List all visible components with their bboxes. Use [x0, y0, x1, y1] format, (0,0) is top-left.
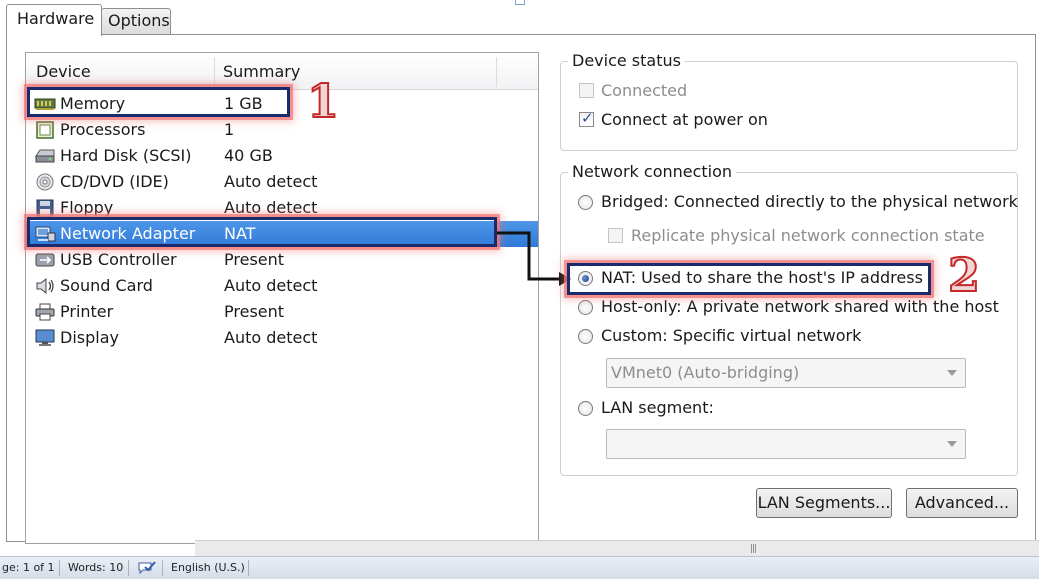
device-row-hard-disk[interactable]: Hard Disk (SCSI) 40 GB: [26, 143, 538, 169]
bridged-label: Bridged: Connected directly to the physi…: [601, 192, 1018, 211]
tab-options[interactable]: Options: [101, 8, 171, 34]
device-row-processors[interactable]: Processors 1: [26, 117, 538, 143]
advanced-button[interactable]: Advanced...: [906, 488, 1018, 518]
lan-segment-label: LAN segment:: [601, 398, 714, 417]
annotation-arrow: [497, 231, 571, 286]
lan-segment-select[interactable]: [606, 429, 966, 459]
device-summary: Auto detect: [224, 328, 318, 347]
host-only-label: Host-only: A private network shared with…: [601, 297, 999, 316]
connect-at-power-on-checkbox[interactable]: ✓: [579, 109, 594, 127]
device-status-group: [560, 61, 1018, 151]
column-header-device[interactable]: Device: [36, 53, 91, 89]
device-row-printer[interactable]: Printer Present: [26, 299, 538, 325]
device-name: Processors: [60, 120, 146, 139]
device-summary: 40 GB: [224, 146, 273, 165]
hard-disk-icon: [35, 149, 55, 163]
device-name: USB Controller: [60, 250, 177, 269]
custom-radio[interactable]: [578, 329, 593, 344]
annotation-number-2: 2: [947, 248, 981, 302]
chevron-down-icon: [947, 370, 957, 376]
chevron-down-icon: [947, 441, 957, 447]
horizontal-scrollbar[interactable]: |||: [195, 540, 1039, 556]
highlight-network-adapter-row: [27, 217, 497, 247]
lan-segment-radio[interactable]: [578, 401, 593, 416]
window-title-marker: [515, 0, 525, 5]
device-row-display[interactable]: Display Auto detect: [26, 325, 538, 351]
device-name: Display: [60, 328, 119, 347]
device-list-header: Device Summary: [26, 53, 538, 90]
device-name: CD/DVD (IDE): [60, 172, 169, 191]
tab-hardware[interactable]: Hardware: [6, 4, 102, 36]
device-summary: Auto detect: [224, 172, 318, 191]
device-row-usb-controller[interactable]: USB Controller Present: [26, 247, 538, 273]
connect-at-power-on-label: Connect at power on: [601, 110, 768, 129]
device-summary: 1: [224, 120, 235, 139]
device-row-sound-card[interactable]: Sound Card Auto detect: [26, 273, 538, 299]
printer-icon: [35, 303, 55, 321]
device-list[interactable]: Device Summary Memory 1 GB Processors 1 …: [25, 52, 539, 544]
custom-label: Custom: Specific virtual network: [601, 326, 862, 345]
network-connection-title: Network connection: [568, 162, 737, 181]
replicate-checkbox[interactable]: [608, 228, 623, 243]
connected-checkbox[interactable]: [579, 83, 594, 98]
status-words[interactable]: Words: 10: [68, 557, 123, 579]
device-name: Printer: [60, 302, 114, 321]
custom-network-select[interactable]: VMnet0 (Auto-bridging): [606, 358, 966, 388]
status-language[interactable]: English (U.S.): [171, 557, 245, 579]
proofing-icon[interactable]: [137, 560, 157, 576]
device-name: Hard Disk (SCSI): [60, 146, 192, 165]
highlight-memory-row: [27, 87, 290, 117]
replicate-label: Replicate physical network connection st…: [631, 226, 985, 245]
status-page[interactable]: ge: 1 of 1: [2, 557, 55, 579]
cd-dvd-icon: [36, 173, 54, 191]
device-summary: Present: [224, 302, 285, 321]
device-row-cd-dvd[interactable]: CD/DVD (IDE) Auto detect: [26, 169, 538, 195]
connected-label: Connected: [601, 81, 688, 100]
floppy-icon: [36, 199, 54, 217]
lan-segments-button[interactable]: LAN Segments...: [756, 488, 892, 518]
device-summary: Auto detect: [224, 276, 318, 295]
annotation-number-1: 1: [306, 74, 340, 128]
custom-network-value: VMnet0 (Auto-bridging): [611, 363, 800, 382]
status-bar: ge: 1 of 1 Words: 10 English (U.S.): [0, 556, 1039, 579]
processor-icon: [36, 121, 54, 139]
usb-icon: [35, 253, 55, 267]
highlight-nat-option: [567, 263, 931, 295]
bridged-radio[interactable]: [578, 195, 593, 210]
device-status-title: Device status: [568, 51, 685, 70]
sound-icon: [36, 277, 54, 295]
column-header-summary[interactable]: Summary: [223, 53, 300, 89]
device-summary: Present: [224, 250, 285, 269]
display-icon: [35, 329, 55, 346]
host-only-radio[interactable]: [578, 300, 593, 315]
device-name: Sound Card: [60, 276, 153, 295]
